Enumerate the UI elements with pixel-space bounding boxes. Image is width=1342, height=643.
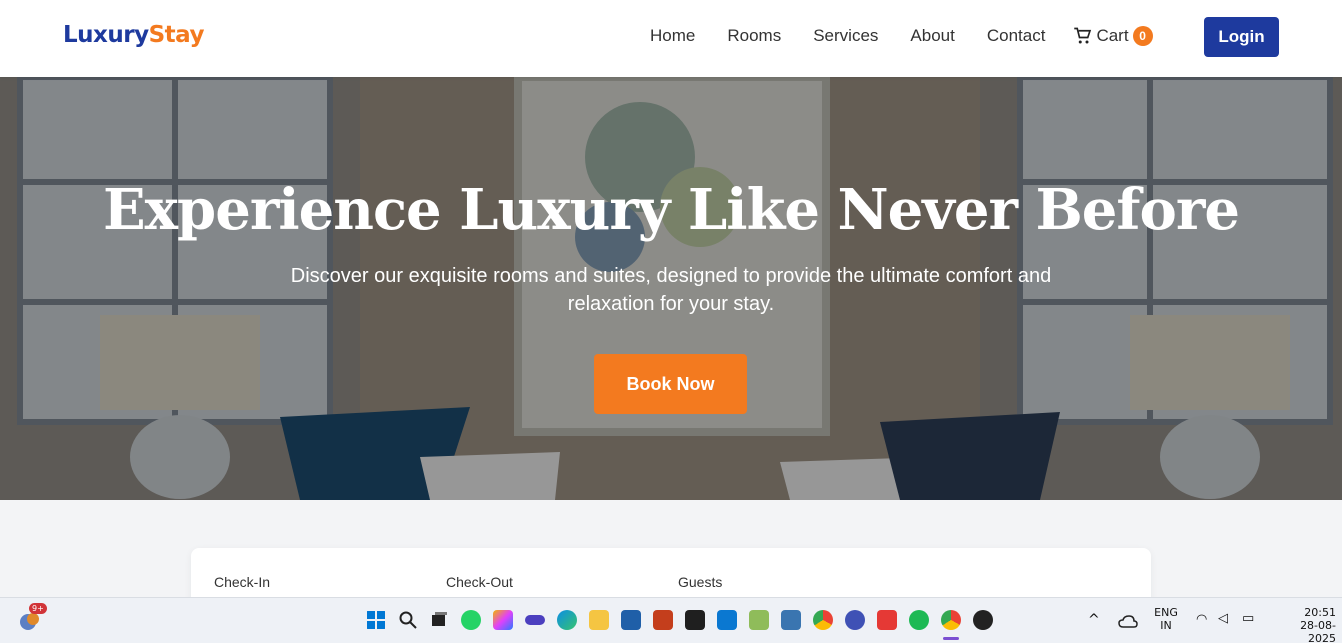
nav-services[interactable]: Services (813, 26, 878, 46)
os-taskbar: 9+ ^ ENG IN ◠ ◁ ▭ 20:51 28-08-2025 (0, 597, 1342, 643)
cart-count-badge: 0 (1132, 26, 1153, 46)
canva-icon[interactable] (845, 610, 865, 630)
battery-icon[interactable]: ▭ (1242, 611, 1254, 626)
search-icon[interactable] (398, 610, 418, 630)
site-header: LuxuryStay Home Rooms Services About Con… (0, 0, 1342, 77)
spotify-icon[interactable] (909, 610, 929, 630)
volume-icon[interactable]: ◁ (1218, 611, 1228, 626)
task-view-icon[interactable] (429, 610, 449, 630)
weather-widget[interactable]: 9+ (18, 603, 47, 634)
cart-label: Cart (1096, 26, 1129, 45)
vscode-icon[interactable] (717, 610, 737, 630)
file-explorer-icon[interactable] (589, 610, 609, 630)
clock-date: 28-08-2025 (1300, 619, 1336, 643)
clock-time: 20:51 (1304, 606, 1336, 619)
whatsapp-icon[interactable] (461, 610, 481, 630)
cart-link[interactable]: Cart 0 (1073, 26, 1153, 46)
infinity-app-icon[interactable] (525, 615, 545, 625)
windows-start-icon[interactable] (366, 610, 386, 630)
chevron-up-icon[interactable]: ^ (1088, 612, 1100, 628)
check-in-label: Check-In (214, 574, 271, 590)
onedrive-cloud-icon[interactable] (1118, 614, 1138, 628)
python-icon[interactable] (781, 610, 801, 630)
language-line1: ENG (1154, 606, 1178, 619)
main-nav: Home Rooms Services About Contact Cart 0 (650, 26, 1153, 46)
microsoft-store-icon[interactable] (621, 610, 641, 630)
hero-title: Experience Luxury Like Never Before (102, 177, 1240, 243)
nav-home[interactable]: Home (650, 26, 695, 46)
wifi-icon[interactable]: ◠ (1196, 612, 1207, 627)
copilot-icon[interactable] (493, 610, 513, 630)
hero-section: Experience Luxury Like Never Before Disc… (0, 77, 1342, 500)
nav-contact[interactable]: Contact (987, 26, 1046, 46)
site-logo[interactable]: LuxuryStay (63, 22, 204, 48)
book-now-button[interactable]: Book Now (594, 354, 747, 414)
chrome-icon[interactable] (813, 610, 833, 630)
notepad-icon[interactable] (749, 610, 769, 630)
logo-part-stay: Stay (148, 22, 205, 48)
language-line2: IN (1160, 619, 1172, 632)
nav-rooms[interactable]: Rooms (727, 26, 781, 46)
edge-icon[interactable] (557, 610, 577, 630)
logo-part-luxury: Luxury (63, 22, 149, 48)
dropbox-icon[interactable] (685, 610, 705, 630)
check-out-label: Check-Out (446, 574, 513, 590)
nav-about[interactable]: About (910, 26, 954, 46)
powerpoint-icon[interactable] (653, 610, 673, 630)
login-button[interactable]: Login (1204, 17, 1279, 57)
active-app-indicator (943, 637, 959, 640)
guests-label: Guests (678, 574, 723, 590)
notification-badge: 9+ (29, 603, 47, 614)
github-icon[interactable] (973, 610, 993, 630)
cart-icon (1074, 27, 1092, 44)
chrome-active-icon[interactable] (941, 610, 961, 630)
media-app-icon[interactable] (877, 610, 897, 630)
hero-subtitle: Discover our exquisite rooms and suites,… (290, 265, 1052, 315)
clock[interactable]: 20:51 28-08-2025 (1276, 606, 1336, 643)
language-indicator[interactable]: ENG IN (1150, 606, 1182, 632)
